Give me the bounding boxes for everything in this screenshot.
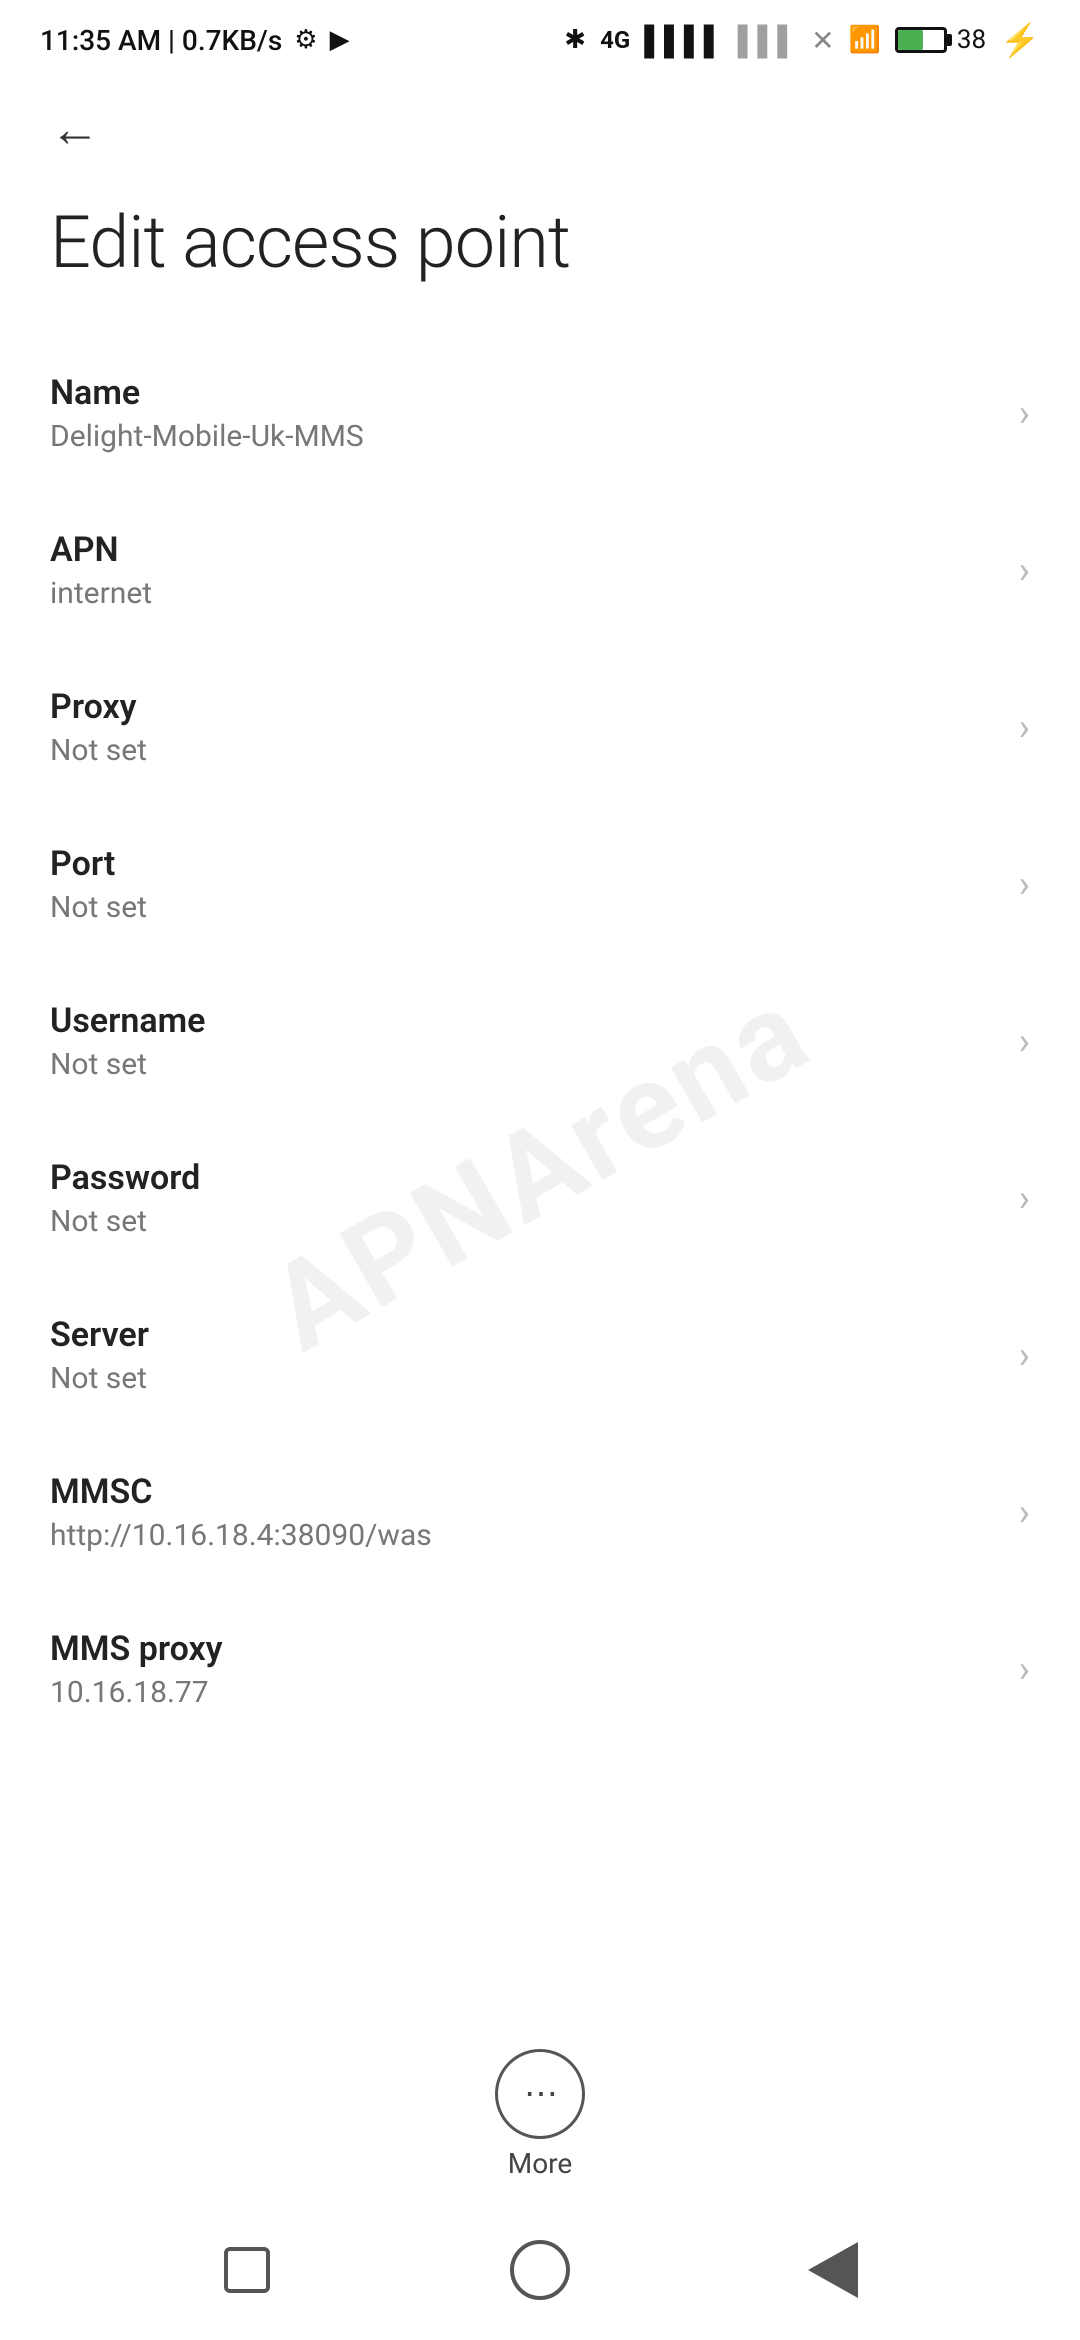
page-title: Edit access point [0,180,1080,335]
bluetooth-icon: ✱ [564,25,586,55]
camera-icon: ▶ [330,25,350,55]
back-bar: ← [0,80,1080,180]
more-circle-icon: ⋯ [495,2049,585,2139]
settings-item-content-2: Proxy Not set [50,687,999,768]
more-button-area[interactable]: ⋯ More [0,2049,1080,2180]
more-label: More [508,2147,573,2180]
settings-item-value-6: Not set [50,1361,999,1396]
settings-item-value-7: http://10.16.18.4:38090/was [50,1518,999,1553]
settings-item-label-2: Proxy [50,687,999,727]
chevron-icon-2: › [1019,706,1030,750]
settings-item-label-6: Server [50,1315,999,1355]
settings-item-mms-proxy[interactable]: MMS proxy 10.16.18.77 › [50,1591,1030,1748]
more-dots-icon: ⋯ [524,2074,556,2114]
settings-item-content-4: Username Not set [50,1001,999,1082]
settings-item-value-4: Not set [50,1047,999,1082]
settings-item-content-0: Name Delight-Mobile-Uk-MMS [50,373,999,454]
time-display: 11:35 AM | 0.7KB/s [40,24,282,57]
settings-list: NameDelight-Mobile-Uk-MMS›APNinternet›Pr… [0,335,1080,1748]
settings-item-label-4: Username [50,1001,999,1041]
settings-item-proxy[interactable]: Proxy Not set › [50,649,1030,806]
charging-icon: ⚡ [1000,21,1040,59]
settings-icon: ⚙ [294,25,317,55]
settings-item-content-3: Port Not set [50,844,999,925]
battery-indicator: 38 [895,25,986,55]
status-time-speed: 11:35 AM | 0.7KB/s ⚙ ▶ [40,24,350,57]
settings-item-value-0: Delight-Mobile-Uk-MMS [50,419,999,454]
status-bar: 11:35 AM | 0.7KB/s ⚙ ▶ ✱ 4G ▌▌▌▌ ▌▌▌ ✕ 📶… [0,0,1080,80]
wifi-icon: 📶 [849,25,881,55]
settings-item-content-5: Password Not set [50,1158,999,1239]
settings-item-value-5: Not set [50,1204,999,1239]
settings-item-label-8: MMS proxy [50,1629,999,1669]
settings-item-password[interactable]: Password Not set › [50,1120,1030,1277]
nav-circle-icon [510,2240,570,2300]
nav-triangle-icon [808,2242,858,2298]
settings-item-label-7: MMSC [50,1472,999,1512]
chevron-icon-7: › [1019,1491,1030,1535]
signal-bars-icon: ▌▌▌▌ [644,24,723,57]
chevron-icon-5: › [1019,1177,1030,1221]
chevron-icon-3: › [1019,863,1030,907]
settings-item-username[interactable]: Username Not set › [50,963,1030,1120]
battery-percent: 38 [957,25,986,55]
settings-item-apn[interactable]: APN internet › [50,492,1030,649]
chevron-icon-1: › [1019,549,1030,593]
settings-item-label-1: APN [50,530,999,570]
nav-recent-button[interactable] [207,2230,287,2310]
status-icons: ✱ 4G ▌▌▌▌ ▌▌▌ ✕ 📶 38 ⚡ [564,21,1040,59]
back-button[interactable]: ← [40,95,110,165]
back-arrow-icon: ← [50,105,100,155]
nav-square-icon [224,2247,270,2293]
settings-item-port[interactable]: Port Not set › [50,806,1030,963]
settings-item-label-3: Port [50,844,999,884]
settings-item-value-1: internet [50,576,999,611]
chevron-icon-8: › [1019,1648,1030,1692]
settings-item-server[interactable]: Server Not set › [50,1277,1030,1434]
settings-item-mmsc[interactable]: MMSC http://10.16.18.4:38090/was › [50,1434,1030,1591]
settings-item-content-8: MMS proxy 10.16.18.77 [50,1629,999,1710]
settings-item-content-1: APN internet [50,530,999,611]
settings-item-value-8: 10.16.18.77 [50,1675,999,1710]
nav-home-button[interactable] [500,2230,580,2310]
settings-item-value-3: Not set [50,890,999,925]
settings-item-label-0: Name [50,373,999,413]
nav-bar [0,2200,1080,2340]
chevron-icon-0: › [1019,392,1030,436]
nav-back-button[interactable] [793,2230,873,2310]
settings-item-label-5: Password [50,1158,999,1198]
chevron-icon-6: › [1019,1334,1030,1378]
chevron-icon-4: › [1019,1020,1030,1064]
battery-fill [898,30,923,50]
settings-item-content-7: MMSC http://10.16.18.4:38090/was [50,1472,999,1553]
no-signal-icon: ✕ [811,24,834,57]
settings-item-content-6: Server Not set [50,1315,999,1396]
settings-item-name[interactable]: Name Delight-Mobile-Uk-MMS › [50,335,1030,492]
settings-item-value-2: Not set [50,733,999,768]
signal-4g-icon: 4G [600,26,630,54]
signal-bars2-icon: ▌▌▌ [738,24,798,57]
